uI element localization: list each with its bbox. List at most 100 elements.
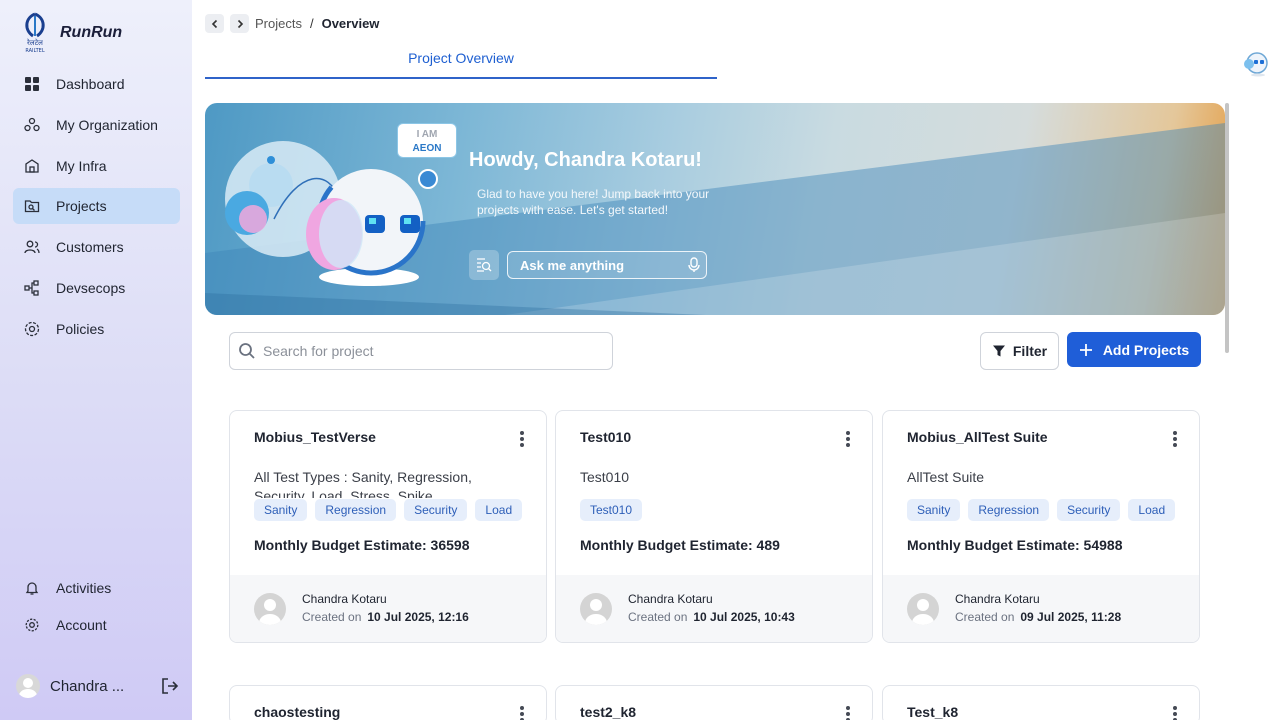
breadcrumb-separator: / xyxy=(309,16,314,31)
sidebar-item-devsecops[interactable]: Devsecops xyxy=(13,270,180,306)
search-input[interactable] xyxy=(229,332,613,370)
card-footer: Chandra Kotaru Created on 10 Jul 2025, 10… xyxy=(556,575,872,642)
breadcrumb-current: Overview xyxy=(321,16,380,31)
add-projects-label: Add Projects xyxy=(1102,341,1190,358)
tag: Test010 xyxy=(580,499,643,521)
project-title: Test010 xyxy=(580,429,632,445)
bubble-line-2: AEON xyxy=(412,143,442,154)
owner-name: Chandra Kotaru xyxy=(955,592,1040,606)
bubble-line-1: I AM xyxy=(416,129,438,140)
avatar xyxy=(907,593,939,625)
filter-icon xyxy=(992,345,1005,357)
logout-icon[interactable] xyxy=(160,676,180,696)
card-footer: Chandra Kotaru Created on 09 Jul 2025, 11… xyxy=(883,575,1199,642)
project-title: Mobius_AllTest Suite xyxy=(907,429,1048,445)
sidebar-item-label: My Organization xyxy=(56,117,158,133)
filter-button[interactable]: Filter xyxy=(980,332,1059,370)
sidebar-item-my-organization[interactable]: My Organization xyxy=(13,107,180,143)
sidebar-item-dashboard[interactable]: Dashboard xyxy=(13,66,180,102)
kebab-menu-icon[interactable] xyxy=(1169,431,1181,449)
project-card[interactable]: Test_k8 xyxy=(882,685,1200,720)
kebab-menu-icon[interactable] xyxy=(1169,706,1181,720)
kebab-menu-icon[interactable] xyxy=(516,431,528,449)
tag: Load xyxy=(1128,499,1176,521)
project-tags: Sanity Regression Security Load xyxy=(907,499,1199,523)
chevron-right-icon xyxy=(237,19,243,28)
sidebar-item-label: Account xyxy=(56,617,107,633)
kebab-menu-icon[interactable] xyxy=(516,706,528,720)
dashboard-icon xyxy=(25,77,39,91)
aeon-speech-bubble: I AM AEON xyxy=(397,123,457,158)
tag: Regression xyxy=(968,499,1050,521)
svg-text:RAILTEL: RAILTEL xyxy=(25,48,44,54)
ask-history-button[interactable] xyxy=(469,250,499,280)
tag: Regression xyxy=(315,499,397,521)
budget-estimate: Monthly Budget Estimate: 54988 xyxy=(907,537,1123,553)
avatar xyxy=(580,593,612,625)
sidebar-item-label: Activities xyxy=(56,580,112,596)
sidebar-item-label: Devsecops xyxy=(56,280,126,296)
created-meta: Created on 10 Jul 2025, 12:16 xyxy=(302,610,469,624)
sidebar-item-policies[interactable]: Policies xyxy=(13,311,180,347)
project-card[interactable]: Mobius_TestVerse All Test Types : Sanity… xyxy=(229,410,547,643)
sidebar-item-account[interactable]: Account xyxy=(13,607,180,643)
created-meta: Created on 10 Jul 2025, 10:43 xyxy=(628,610,795,624)
policies-icon xyxy=(24,321,40,337)
ask-aeon-input[interactable] xyxy=(507,251,707,279)
app-name: RunRun xyxy=(60,24,123,41)
sidebar-item-customers[interactable]: Customers xyxy=(13,229,180,265)
chevron-left-icon xyxy=(211,19,217,28)
avatar xyxy=(254,593,286,625)
aeon-assistant-icon[interactable] xyxy=(1240,46,1272,78)
budget-estimate: Monthly Budget Estimate: 36598 xyxy=(254,537,470,553)
search-list-icon xyxy=(477,258,492,272)
sidebar-item-label: My Infra xyxy=(56,158,107,174)
forward-button[interactable] xyxy=(230,14,249,33)
filter-label: Filter xyxy=(1012,343,1048,359)
project-title: chaostesting xyxy=(254,704,341,720)
created-label: Created on xyxy=(302,610,362,624)
created-label: Created on xyxy=(955,610,1015,624)
sidebar-item-label: Dashboard xyxy=(56,76,125,92)
sidebar-item-activities[interactable]: Activities xyxy=(13,570,180,606)
project-title: Mobius_TestVerse xyxy=(254,429,376,445)
sidebar-item-label: Projects xyxy=(56,198,107,214)
project-card[interactable]: chaostesting xyxy=(229,685,547,720)
project-description: All Test Types : Sanity, Regression, Sec… xyxy=(254,469,472,498)
sidebar-item-projects[interactable]: Projects xyxy=(13,188,180,224)
user-profile[interactable]: Chandra ... xyxy=(16,672,182,700)
owner-name: Chandra Kotaru xyxy=(302,592,387,606)
project-title: test2_k8 xyxy=(580,704,637,720)
brand[interactable]: रेलटेल RAILTEL RunRun xyxy=(20,12,122,54)
sidebar-item-my-infra[interactable]: My Infra xyxy=(13,148,180,184)
sidebar: रेलटेल RAILTEL RunRun Dashboard My Organ… xyxy=(0,0,192,720)
svg-text:रेलटेल: रेलटेल xyxy=(27,38,43,47)
project-title: Test_k8 xyxy=(907,704,959,720)
scrollbar[interactable] xyxy=(1225,103,1229,353)
back-button[interactable] xyxy=(205,14,224,33)
kebab-menu-icon[interactable] xyxy=(842,706,854,720)
welcome-banner: I AM AEON Howdy, Chandra Kotaru! Glad to… xyxy=(205,103,1225,315)
project-card[interactable]: Test010 Test010 Test010 Monthly Budget E… xyxy=(555,410,873,643)
organization-icon xyxy=(24,117,40,132)
tag: Security xyxy=(1057,499,1121,521)
project-tags: Test010 xyxy=(580,499,872,523)
railtel-logo: रेलटेल RAILTEL xyxy=(20,12,50,54)
microphone-icon[interactable] xyxy=(687,257,701,273)
breadcrumb-projects[interactable]: Projects xyxy=(255,16,302,31)
tag: Security xyxy=(404,499,468,521)
tag: Sanity xyxy=(254,499,308,521)
devsecops-icon xyxy=(24,280,39,296)
budget-estimate: Monthly Budget Estimate: 489 xyxy=(580,537,780,553)
projects-icon xyxy=(24,200,40,213)
greeting-title: Howdy, Chandra Kotaru! xyxy=(469,149,702,171)
tab-project-overview[interactable]: Project Overview xyxy=(205,50,717,79)
kebab-menu-icon[interactable] xyxy=(842,431,854,449)
project-card[interactable]: test2_k8 xyxy=(555,685,873,720)
greeting-subtitle: Glad to have you here! Jump back into yo… xyxy=(477,187,710,217)
add-projects-button[interactable]: Add Projects xyxy=(1067,332,1201,367)
avatar xyxy=(16,674,40,698)
project-card[interactable]: Mobius_AllTest Suite AllTest Suite Sanit… xyxy=(882,410,1200,643)
created-date: 10 Jul 2025, 10:43 xyxy=(693,610,795,624)
tag: Sanity xyxy=(907,499,961,521)
